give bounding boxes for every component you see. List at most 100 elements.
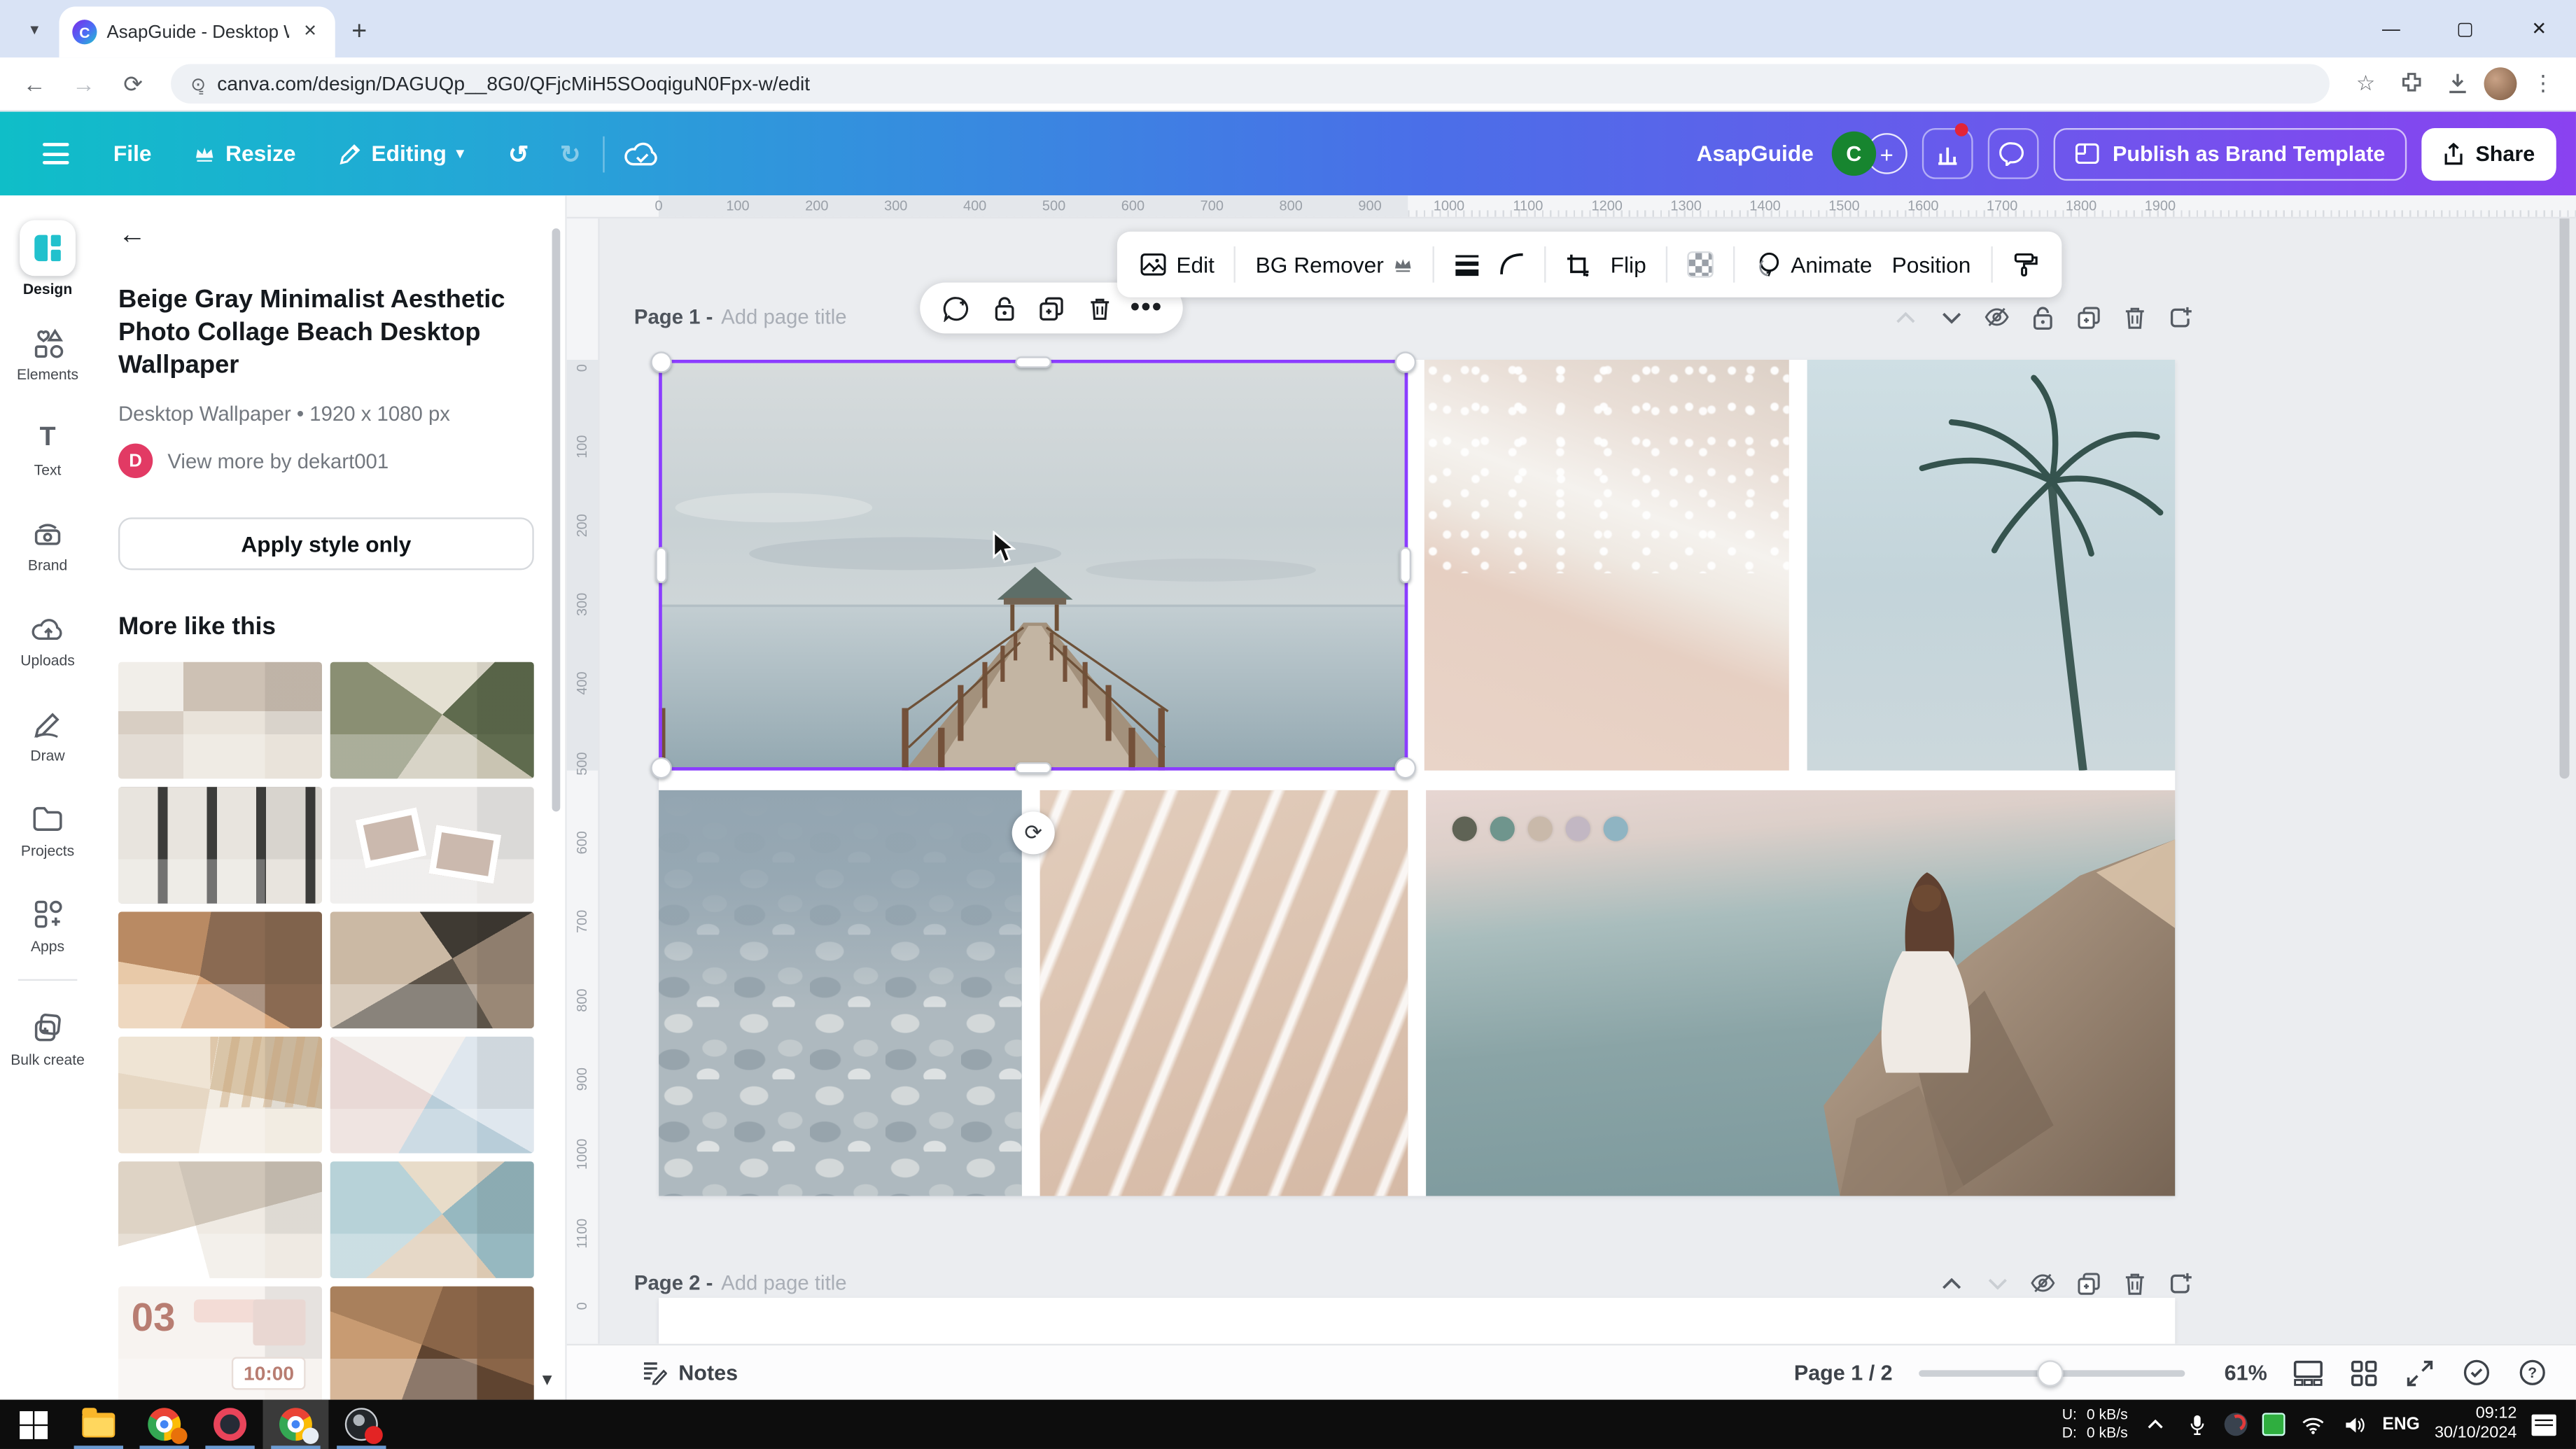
edit-image-button[interactable]: Edit — [1140, 252, 1214, 276]
palette-color-dot[interactable] — [1603, 816, 1628, 841]
duplicate-page-icon[interactable] — [2076, 1270, 2101, 1295]
design-page-2[interactable] — [659, 1298, 2176, 1344]
delete-element-icon[interactable] — [1086, 295, 1112, 321]
browser-menu-icon[interactable]: ⋮ — [2524, 64, 2563, 104]
delete-page-icon[interactable] — [2122, 1270, 2147, 1295]
resize-handle-bottom-left[interactable] — [650, 757, 672, 779]
new-tab-button[interactable]: + — [351, 18, 367, 48]
wifi-icon[interactable] — [2300, 1411, 2327, 1438]
volume-icon[interactable] — [2342, 1411, 2368, 1438]
move-page-up-icon[interactable] — [1893, 304, 1917, 329]
palette-color-dot[interactable] — [1565, 816, 1590, 841]
palette-color-dot[interactable] — [1490, 816, 1515, 841]
template-thumbnail-calendar[interactable]: 03 10:00 — [118, 1287, 322, 1400]
chrome-profile2-button-active[interactable] — [262, 1399, 329, 1449]
crop-button[interactable] — [1566, 252, 1590, 276]
zoom-slider[interactable] — [1919, 1359, 2185, 1386]
comment-add-icon[interactable] — [943, 295, 969, 321]
design-page-1[interactable]: ⟳ — [650, 351, 2176, 1196]
back-button[interactable]: ← — [13, 62, 56, 105]
sidebar-item-projects[interactable]: Projects — [1, 782, 93, 877]
template-thumbnail-beige[interactable] — [118, 662, 322, 780]
user-avatar[interactable]: C — [1831, 131, 1877, 176]
saved-check-icon[interactable] — [2461, 1358, 2491, 1387]
author-row[interactable]: D View more by dekart001 — [118, 444, 542, 479]
reload-button[interactable]: ⟳ — [112, 62, 155, 105]
site-settings-icon[interactable]: ⊙͇ — [190, 73, 206, 94]
template-thumbnail-bluepink[interactable] — [330, 1037, 534, 1154]
window-maximize-button[interactable]: ▢ — [2428, 0, 2502, 57]
rotate-handle[interactable]: ⟳ — [1011, 811, 1055, 855]
transparency-button[interactable] — [1687, 251, 1714, 278]
photo-woman-on-cliff[interactable] — [1426, 790, 2176, 1196]
delete-page-icon[interactable] — [2122, 304, 2147, 329]
downloads-icon[interactable] — [2438, 64, 2477, 104]
panel-back-button[interactable]: ← — [118, 218, 158, 251]
start-button[interactable] — [0, 1400, 66, 1449]
resize-handle-right[interactable] — [1399, 547, 1411, 584]
resize-handle-left[interactable] — [655, 547, 667, 584]
page2-title-placeholder[interactable]: Add page title — [721, 1272, 846, 1295]
add-page-icon[interactable] — [2169, 1270, 2193, 1295]
window-close-button[interactable]: ✕ — [2502, 0, 2576, 57]
photo-shore-wave[interactable] — [1424, 359, 1789, 771]
fullscreen-icon[interactable] — [2405, 1358, 2435, 1387]
browser-profile-avatar[interactable] — [2484, 67, 2517, 101]
help-icon[interactable]: ? — [2516, 1358, 2546, 1387]
template-thumbnail-darkgrid[interactable] — [118, 788, 322, 904]
add-page-icon[interactable] — [2169, 304, 2193, 329]
resize-button[interactable]: Resize — [173, 127, 317, 180]
photo-pebbles[interactable] — [659, 790, 1022, 1196]
bookmark-star-icon[interactable]: ☆ — [2346, 64, 2385, 104]
hide-page-icon[interactable] — [1984, 304, 2009, 329]
move-page-up-icon[interactable] — [1938, 1270, 1963, 1295]
extensions-puzzle-icon[interactable] — [2392, 64, 2431, 104]
speedtest-tray-icon[interactable] — [2225, 1413, 2248, 1436]
tab-search-chevron-icon[interactable]: ▾ — [13, 8, 56, 51]
palette-color-dot[interactable] — [1452, 816, 1477, 841]
template-thumbnail-brown[interactable] — [330, 1287, 534, 1400]
tab-close-icon[interactable]: ✕ — [298, 22, 322, 43]
duplicate-element-icon[interactable] — [1038, 295, 1065, 321]
zoom-slider-thumb[interactable] — [2037, 1359, 2064, 1386]
window-minimize-button[interactable]: — — [2354, 0, 2428, 57]
sidebar-item-draw[interactable]: Draw — [1, 687, 93, 782]
resize-handle-top-left[interactable] — [650, 351, 672, 373]
microphone-icon[interactable] — [2183, 1411, 2210, 1438]
apply-style-only-button[interactable]: Apply style only — [118, 518, 534, 571]
photo-sand-ripples[interactable] — [1040, 790, 1408, 1196]
duplicate-page-icon[interactable] — [2076, 304, 2101, 329]
main-menu-hamburger-icon[interactable] — [20, 143, 92, 164]
move-page-down-icon[interactable] — [1938, 304, 1963, 329]
template-thumbnail-scatter[interactable] — [330, 788, 534, 904]
bg-remover-button[interactable]: BG Remover — [1256, 252, 1413, 276]
position-button[interactable]: Position — [1892, 252, 1971, 276]
page1-title-placeholder[interactable]: Add page title — [721, 306, 846, 329]
corner-rounding-button[interactable] — [1500, 253, 1525, 276]
tray-expand-chevron-icon[interactable] — [2143, 1411, 2169, 1438]
browser-tab[interactable]: C AsapGuide - Desktop Wallpape ✕ — [59, 6, 335, 58]
action-center-icon[interactable] — [2531, 1413, 2556, 1436]
pages-view-icon[interactable] — [2293, 1358, 2323, 1387]
photo-palm-tree[interactable] — [1807, 359, 2176, 771]
sidebar-item-design[interactable]: Design — [1, 210, 93, 305]
panel-scrollbar[interactable] — [552, 228, 561, 812]
sidebar-item-apps[interactable]: Apps — [1, 877, 93, 972]
panel-scroll-down-icon[interactable]: ▼ — [539, 1372, 555, 1390]
move-page-down-icon[interactable] — [1984, 1270, 2009, 1295]
comments-button[interactable] — [1987, 128, 2039, 179]
resize-handle-top-right[interactable] — [1394, 351, 1417, 373]
template-thumbnail-sandpalm[interactable] — [330, 1162, 534, 1279]
lock-element-icon[interactable] — [990, 295, 1017, 321]
sidebar-item-bulk-create[interactable]: Bulk create — [1, 990, 93, 1086]
file-menu-button[interactable]: File — [92, 127, 173, 180]
palette-color-dot[interactable] — [1527, 816, 1553, 841]
redo-button[interactable]: ↻ — [560, 139, 581, 169]
template-thumbnail-olive[interactable] — [330, 662, 534, 780]
grid-view-icon[interactable] — [2349, 1358, 2379, 1387]
canvas-viewport[interactable]: 0 100 200 300 400 500 600 700 800 900 1000 1100 0 Pa… — [566, 218, 2576, 1344]
publish-brand-template-button[interactable]: Publish as Brand Template — [2053, 127, 2407, 180]
notes-button[interactable]: Notes — [643, 1360, 738, 1385]
workspace-name[interactable]: AsapGuide — [1697, 141, 1814, 166]
chrome-profile1-button[interactable] — [132, 1400, 197, 1449]
